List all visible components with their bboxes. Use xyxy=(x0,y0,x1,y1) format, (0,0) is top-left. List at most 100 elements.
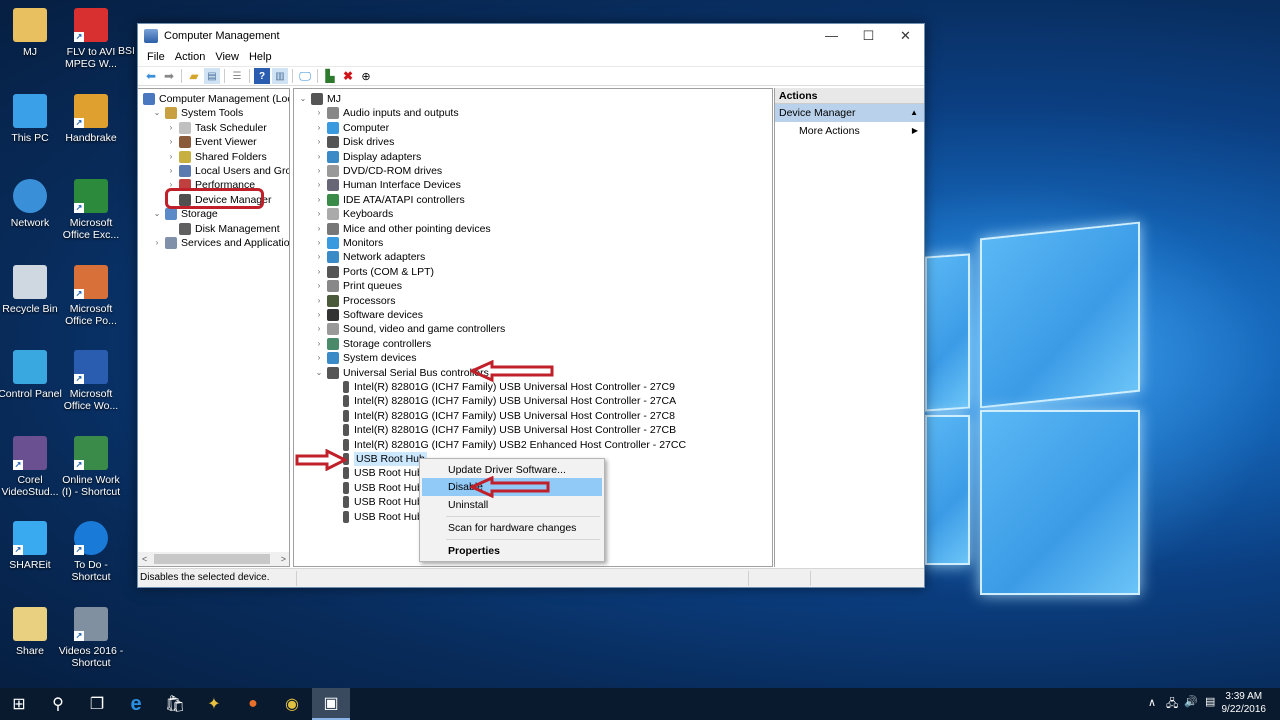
uninstall-icon[interactable]: ✖ xyxy=(340,68,356,84)
chevron-right-icon[interactable]: › xyxy=(314,106,324,120)
chevron-right-icon[interactable]: › xyxy=(314,351,324,365)
desktop-icon[interactable]: ↗ Microsoft Office Po... xyxy=(58,264,124,327)
network-icon[interactable]: 🖧 xyxy=(1166,695,1178,714)
chevron-right-icon[interactable]: › xyxy=(314,135,324,149)
usb-device[interactable]: Intel(R) 82801G (ICH7 Family) USB2 Enhan… xyxy=(340,438,686,452)
menu-scan-hardware[interactable]: Scan for hardware changes xyxy=(422,519,602,537)
maximize-button[interactable]: ☐ xyxy=(850,28,887,44)
desktop-icon[interactable]: ↗ Microsoft Office Wo... xyxy=(58,350,124,412)
chevron-right-icon[interactable]: › xyxy=(314,121,324,135)
usb-device[interactable]: USB Root Hub xyxy=(340,495,423,509)
chevron-down-icon[interactable]: ⌄ xyxy=(314,366,324,380)
chevron-right-icon[interactable]: › xyxy=(166,135,176,149)
console-tree-item[interactable]: Computer Management (Local xyxy=(138,92,289,106)
device-tree-root[interactable]: ⌄ MJ xyxy=(298,92,341,106)
desktop-icon[interactable]: Share xyxy=(0,606,63,657)
chevron-right-icon[interactable]: › xyxy=(314,265,324,279)
chevron-right-icon[interactable]: › xyxy=(314,164,324,178)
console-tree-item[interactable]: › Services and Applications xyxy=(152,236,289,250)
device-category[interactable]: › Print queues xyxy=(314,279,402,293)
menu-view[interactable]: View xyxy=(210,51,244,63)
chevron-right-icon[interactable]: › xyxy=(314,337,324,351)
help-icon[interactable]: ? xyxy=(254,68,270,84)
store-icon[interactable]: 🛍 xyxy=(156,688,194,720)
clock[interactable]: 3:39 AM 9/22/2016 xyxy=(1222,690,1267,716)
device-category[interactable]: › Computer xyxy=(314,121,389,135)
desktop-icon[interactable]: ↗ Videos 2016 - Shortcut xyxy=(58,606,124,669)
show-hidden-icons[interactable]: ∧ xyxy=(1148,696,1156,709)
computer-management-icon[interactable]: ▣ xyxy=(312,688,350,720)
chevron-right-icon[interactable]: › xyxy=(314,150,324,164)
device-category[interactable]: › DVD/CD-ROM drives xyxy=(314,164,442,178)
menu-uninstall[interactable]: Uninstall xyxy=(422,496,602,514)
desktop-icon[interactable]: ↗ Handbrake xyxy=(58,93,124,144)
device-category[interactable]: › IDE ATA/ATAPI controllers xyxy=(314,193,465,207)
task-view-icon[interactable]: ❐ xyxy=(78,688,116,720)
update-driver-icon[interactable]: ▙ xyxy=(322,68,338,84)
console-tree-item[interactable]: › Event Viewer xyxy=(166,135,257,149)
chevron-right-icon[interactable]: › xyxy=(314,222,324,236)
chevron-right-icon[interactable]: › xyxy=(314,250,324,264)
monitor-icon[interactable]: 🖵 xyxy=(297,68,313,84)
chevron-right-icon[interactable]: › xyxy=(166,150,176,164)
close-button[interactable]: ✕ xyxy=(887,28,924,44)
usb-device[interactable]: Intel(R) 82801G (ICH7 Family) USB Univer… xyxy=(340,423,676,437)
show-hide-action-icon[interactable]: ▥ xyxy=(272,68,288,84)
horizontal-scrollbar[interactable]: < > xyxy=(138,552,289,566)
desktop-icon[interactable]: ↗ SHAREit xyxy=(0,521,63,571)
device-category[interactable]: › Display adapters xyxy=(314,150,421,164)
title-bar[interactable]: Computer Management — ☐ ✕ xyxy=(138,24,924,47)
device-category[interactable]: › Audio inputs and outputs xyxy=(314,106,459,120)
usb-device[interactable]: Intel(R) 82801G (ICH7 Family) USB Univer… xyxy=(340,409,675,423)
desktop-icon[interactable]: This PC xyxy=(0,93,63,144)
chevron-right-icon[interactable]: › xyxy=(314,236,324,250)
usb-device[interactable]: Intel(R) 82801G (ICH7 Family) USB Univer… xyxy=(340,394,676,408)
chevron-right-icon[interactable]: › xyxy=(166,164,176,178)
usb-device[interactable]: USB Root Hub xyxy=(340,452,427,466)
start-icon[interactable]: ⊞ xyxy=(0,688,38,720)
device-category[interactable]: › Processors xyxy=(314,294,396,308)
forward-icon[interactable]: ➡ xyxy=(161,68,177,84)
chevron-right-icon[interactable]: › xyxy=(314,308,324,322)
usb-device[interactable]: Intel(R) 82801G (ICH7 Family) USB Univer… xyxy=(340,380,675,394)
device-category[interactable]: › Human Interface Devices xyxy=(314,178,461,192)
desktop-icon[interactable]: Control Panel xyxy=(0,350,63,400)
export-list-icon[interactable]: ☰ xyxy=(229,68,245,84)
device-category[interactable]: › Keyboards xyxy=(314,207,393,221)
usb-device[interactable]: USB Root Hub xyxy=(340,510,423,524)
usb-device[interactable]: USB Root Hub xyxy=(340,466,423,480)
desktop-icon[interactable]: MJ xyxy=(0,8,63,58)
menu-help[interactable]: Help xyxy=(244,51,277,63)
show-hide-tree-icon[interactable]: ▤ xyxy=(204,68,220,84)
desktop-icon[interactable]: ↗ Microsoft Office Exc... xyxy=(58,179,124,241)
console-tree-item[interactable]: › Task Scheduler xyxy=(166,121,267,135)
device-category[interactable]: › Software devices xyxy=(314,308,423,322)
menu-file[interactable]: File xyxy=(142,51,170,63)
device-category[interactable]: › Ports (COM & LPT) xyxy=(314,265,434,279)
edge-icon[interactable]: e xyxy=(117,688,155,720)
chevron-right-icon[interactable]: › xyxy=(166,121,176,135)
chevron-right-icon[interactable]: › xyxy=(314,294,324,308)
device-category[interactable]: › Storage controllers xyxy=(314,337,431,351)
chrome-icon[interactable]: ◉ xyxy=(273,688,311,720)
action-center-icon[interactable]: ▤ xyxy=(1205,695,1215,708)
chevron-right-icon[interactable]: › xyxy=(314,207,324,221)
chevron-right-icon[interactable]: › xyxy=(314,178,324,192)
actions-section-device-manager[interactable]: Device Manager ▲ xyxy=(775,104,924,122)
chevron-right-icon[interactable]: › xyxy=(314,193,324,207)
scroll-thumb[interactable] xyxy=(154,554,270,564)
desktop-icon[interactable]: ↗ FLV to AVI MPEG W... xyxy=(58,8,124,70)
desktop-icon[interactable]: Recycle Bin xyxy=(0,264,63,315)
desktop-icon[interactable]: ↗ Corel VideoStud... xyxy=(0,435,63,498)
device-category[interactable]: › System devices xyxy=(314,351,417,365)
volume-icon[interactable]: 🔊 xyxy=(1184,695,1198,708)
chevron-right-icon[interactable]: › xyxy=(314,322,324,336)
console-tree-item[interactable]: ⌄ System Tools xyxy=(152,106,243,120)
console-tree-item[interactable]: › Local Users and Groups xyxy=(166,164,289,178)
device-category[interactable]: › Sound, video and game controllers xyxy=(314,322,505,336)
disable-icon[interactable]: ⊕ xyxy=(358,68,374,84)
chevron-down-icon[interactable]: ⌄ xyxy=(152,207,162,221)
usb-device[interactable]: USB Root Hub xyxy=(340,481,423,495)
scroll-left-icon[interactable]: < xyxy=(142,554,147,564)
console-tree-item[interactable]: › Shared Folders xyxy=(166,150,267,164)
